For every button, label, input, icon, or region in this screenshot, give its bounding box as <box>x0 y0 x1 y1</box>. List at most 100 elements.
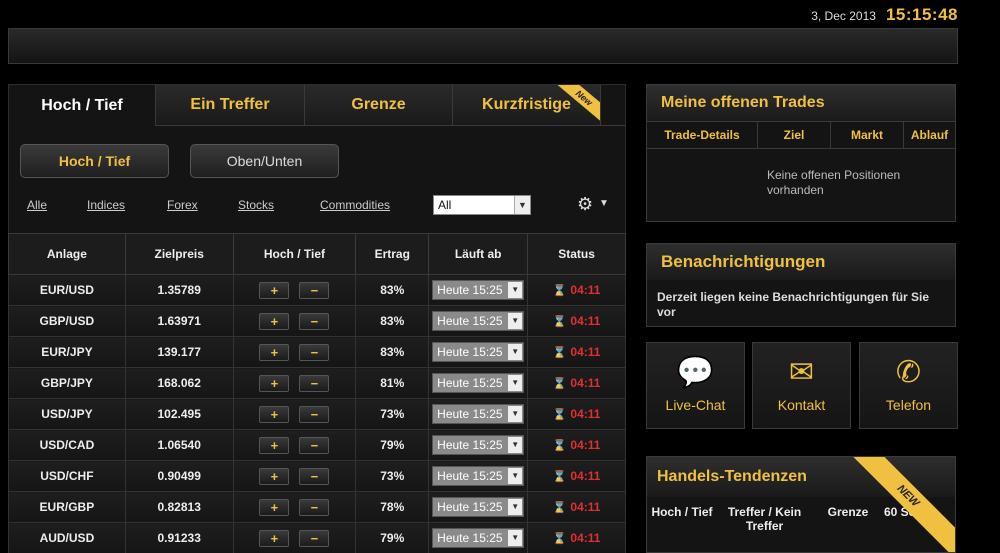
call-plus-button[interactable]: + <box>259 467 290 485</box>
chevron-down-icon[interactable]: ▼ <box>599 198 609 209</box>
tab-grenze[interactable]: Grenze <box>305 85 453 126</box>
tab-ein-treffer[interactable]: Ein Treffer <box>156 85 305 126</box>
trading-panel: Hoch / Tief Ein Treffer Grenze Kurzfrist… <box>8 84 626 553</box>
countdown: 04:11 <box>570 376 601 390</box>
expiry-select[interactable]: Heute 15:25 ▼ <box>432 311 525 331</box>
put-minus-button[interactable]: − <box>299 374 330 392</box>
chevron-down-icon: ▼ <box>508 282 523 298</box>
status-cell: ⌛ 04:11 <box>527 522 626 553</box>
tab-label: Grenze <box>351 96 406 113</box>
filter-stocks[interactable]: Stocks <box>238 198 274 212</box>
call-plus-button[interactable]: + <box>259 312 290 330</box>
hoch-tief-button[interactable]: Hoch / Tief <box>20 144 169 178</box>
countdown: 04:11 <box>570 438 601 452</box>
table-row: AUD/USD 0.91233 + −79% Heute 15:25 ▼ ⌛ 04:11 <box>8 522 626 553</box>
col-ablauf: Ablauf <box>910 128 949 142</box>
hourglass-icon: ⌛ <box>552 471 567 483</box>
direction-cell: + − <box>232 522 357 553</box>
chevron-down-icon: ▼ <box>508 530 523 546</box>
table-row: EUR/JPY 139.177 + −83% Heute 15:25 ▼ ⌛ 04:11 <box>8 336 626 368</box>
direction-cell: + − <box>232 398 357 430</box>
filter-commodities[interactable]: Commodities <box>320 198 390 212</box>
yield: 81% <box>355 367 430 399</box>
expiry-value: Heute 15:25 <box>437 500 503 514</box>
tab-hoch-tief[interactable]: Hoch / Tief <box>9 85 156 126</box>
no-open-trades-text: Keine offenen Positionen vorhanden <box>767 168 901 197</box>
chevron-down-icon: ▼ <box>508 313 523 329</box>
put-minus-button[interactable]: − <box>299 467 330 485</box>
call-plus-button[interactable]: + <box>259 529 290 547</box>
hourglass-icon: ⌛ <box>552 440 567 452</box>
hourglass-icon: ⌛ <box>552 378 567 390</box>
asset-name: GBP/USD <box>8 305 126 337</box>
expiry-value: Heute 15:25 <box>437 345 503 359</box>
put-minus-button[interactable]: − <box>299 312 330 330</box>
call-plus-button[interactable]: + <box>259 281 290 299</box>
expiry-select[interactable]: Heute 15:25 ▼ <box>432 435 525 455</box>
kontakt-button[interactable]: ✉ Kontakt <box>752 342 851 429</box>
put-minus-button[interactable]: − <box>299 529 330 547</box>
tab-trend-hoch-tief[interactable]: Hoch / Tief <box>647 505 717 533</box>
col-markt: Markt <box>831 122 904 148</box>
table-row: EUR/USD 1.35789 + −83% Heute 15:25 ▼ ⌛ 04:11 <box>8 274 626 306</box>
telefon-button[interactable]: ✆ Telefon <box>859 342 958 429</box>
put-minus-button[interactable]: − <box>299 343 330 361</box>
col-anlage: Anlage <box>8 233 126 275</box>
table-row: EUR/GBP 0.82813 + −78% Heute 15:25 ▼ ⌛ 04:11 <box>8 491 626 523</box>
expiry-value: Heute 15:25 <box>437 283 503 297</box>
target-price: 102.495 <box>124 398 234 430</box>
live-chat-button[interactable]: 💬 Live-Chat <box>646 342 745 429</box>
target-price: 168.062 <box>124 367 234 399</box>
call-plus-button[interactable]: + <box>259 343 290 361</box>
put-minus-button[interactable]: − <box>299 405 330 423</box>
expiry-select[interactable]: Heute 15:25 ▼ <box>432 528 525 548</box>
expiry-cell: Heute 15:25 ▼ <box>428 429 529 461</box>
put-minus-button[interactable]: − <box>299 498 330 516</box>
expiry-cell: Heute 15:25 ▼ <box>428 367 529 399</box>
filter-indices[interactable]: Indices <box>87 198 125 212</box>
direction-cell: + − <box>232 367 357 399</box>
filter-forex[interactable]: Forex <box>167 198 198 212</box>
asset-name: EUR/JPY <box>8 336 126 368</box>
expiry-select[interactable]: Heute 15:25 ▼ <box>432 404 525 424</box>
put-minus-button[interactable]: − <box>299 281 330 299</box>
oben-unten-button[interactable]: Oben/Unten <box>190 144 339 178</box>
tab-label: Kurzfristige <box>482 96 571 113</box>
tab-label: Hoch / Tief <box>41 96 123 114</box>
expiry-select[interactable]: Heute 15:25 ▼ <box>432 466 525 486</box>
col-zielpreis: Zielpreis <box>124 233 234 275</box>
expiry-cell: Heute 15:25 ▼ <box>428 460 529 492</box>
tab-kurzfristige[interactable]: Kurzfristige New <box>453 85 601 126</box>
expiry-select[interactable]: Heute 15:25 ▼ <box>432 280 525 300</box>
telefon-label: Telefon <box>885 397 932 413</box>
hourglass-icon: ⌛ <box>552 502 567 514</box>
expiry-cell: Heute 15:25 ▼ <box>428 398 529 430</box>
status-cell: ⌛ 04:11 <box>527 460 626 492</box>
put-minus-button[interactable]: − <box>299 436 330 454</box>
gear-icon[interactable]: ⚙ <box>577 194 593 215</box>
chevron-down-icon: ▼ <box>508 499 523 515</box>
expiry-cell: Heute 15:25 ▼ <box>428 336 529 368</box>
expiry-select[interactable]: Heute 15:25 ▼ <box>432 342 525 362</box>
expiry-select[interactable]: Heute 15:25 ▼ <box>432 497 525 517</box>
table-row: GBP/JPY 168.062 + −81% Heute 15:25 ▼ ⌛ 04:11 <box>8 367 626 399</box>
call-plus-button[interactable]: + <box>259 374 290 392</box>
call-plus-button[interactable]: + <box>259 405 290 423</box>
expiry-value: Heute 15:25 <box>437 438 503 452</box>
countdown: 04:11 <box>570 407 601 421</box>
tab-trend-treffer[interactable]: Treffer / Kein Treffer <box>717 505 812 533</box>
filter-alle[interactable]: Alle <box>27 198 47 212</box>
phone-icon: ✆ <box>895 356 922 389</box>
call-plus-button[interactable]: + <box>259 436 290 454</box>
countdown: 04:11 <box>570 314 601 328</box>
tab-trend-grenze[interactable]: Grenze <box>812 505 884 533</box>
status-cell: ⌛ 04:11 <box>527 491 626 523</box>
direction-cell: + − <box>232 274 357 306</box>
expiry-select[interactable]: Heute 15:25 ▼ <box>432 373 525 393</box>
call-plus-button[interactable]: + <box>259 498 290 516</box>
status-cell: ⌛ 04:11 <box>527 336 626 368</box>
open-trades-title: Meine offenen Trades <box>647 85 955 121</box>
asset-filter-select[interactable]: All ▼ <box>433 195 531 215</box>
asset-name: USD/JPY <box>8 398 126 430</box>
status-cell: ⌛ 04:11 <box>527 274 626 306</box>
